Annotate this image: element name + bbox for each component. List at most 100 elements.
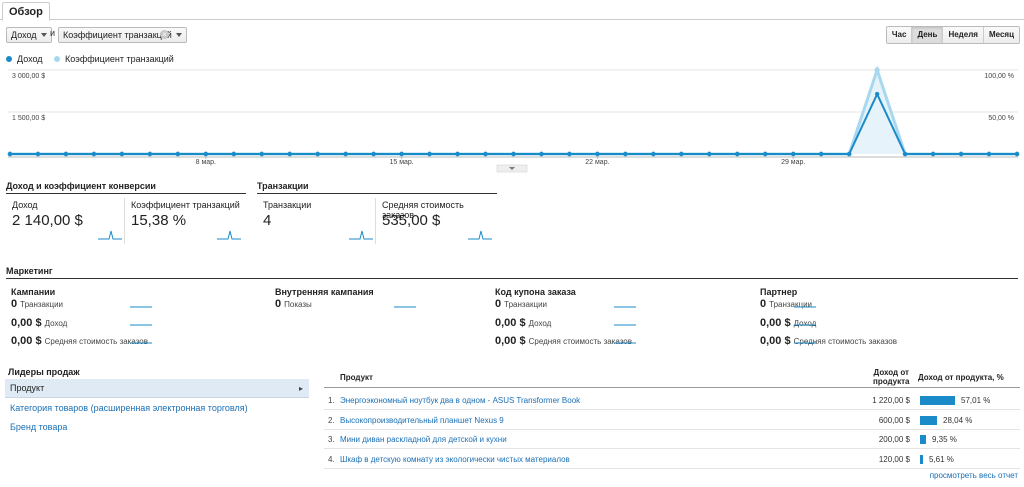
metric-card-transaction-rate[interactable]: Коэффициент транзакций 15,38 % bbox=[125, 194, 245, 246]
sparkline bbox=[98, 230, 122, 240]
metric1-dropdown[interactable]: Доход bbox=[6, 27, 52, 43]
data-point[interactable] bbox=[175, 151, 181, 157]
data-point[interactable] bbox=[902, 151, 908, 157]
clear-icon[interactable]: × bbox=[160, 30, 169, 39]
sparkline bbox=[130, 342, 152, 344]
table-header: Продукт Доход от продукта Доход от проду… bbox=[324, 366, 1020, 388]
legend-label: Коэффициент транзакций bbox=[65, 54, 174, 64]
and-label: и bbox=[50, 28, 56, 38]
data-point[interactable] bbox=[707, 151, 712, 157]
data-point[interactable] bbox=[791, 151, 796, 157]
data-point[interactable] bbox=[7, 151, 13, 157]
data-point[interactable] bbox=[371, 151, 376, 157]
leader-item-brand[interactable]: Бренд товара bbox=[5, 418, 309, 437]
data-point[interactable] bbox=[846, 151, 852, 157]
data-point[interactable] bbox=[986, 151, 992, 157]
data-point[interactable] bbox=[35, 151, 41, 157]
table-row[interactable]: 1. Энергоэкономный ноутбук два в одном - … bbox=[324, 390, 1020, 410]
data-point[interactable] bbox=[147, 151, 153, 157]
data-point[interactable] bbox=[483, 151, 488, 157]
data-point[interactable] bbox=[63, 151, 69, 157]
legend-dot-icon bbox=[54, 56, 60, 62]
data-point[interactable] bbox=[1014, 151, 1020, 157]
data-point[interactable] bbox=[651, 151, 656, 157]
sparkline bbox=[614, 306, 636, 308]
product-link[interactable]: Энергоэкономный ноутбук два в одном - AS… bbox=[340, 396, 580, 405]
view-full-report-link[interactable]: просмотреть весь отчет bbox=[930, 471, 1018, 480]
marketing-stat: 0,00 $ Средняя стоимость заказов bbox=[495, 335, 632, 347]
data-point[interactable] bbox=[567, 151, 572, 157]
table-row[interactable]: 2. Высокопроизводительный планшет Nexus 9… bbox=[324, 410, 1020, 430]
data-point[interactable] bbox=[735, 151, 740, 157]
product-revenue: 120,00 $ bbox=[878, 454, 910, 464]
data-point[interactable] bbox=[511, 151, 516, 157]
stat-value: 0,00 $ bbox=[760, 317, 791, 329]
marketing-col-heading: Код купона заказа bbox=[495, 287, 576, 297]
leader-item-category[interactable]: Категория товаров (расширенная электронн… bbox=[5, 399, 309, 418]
metric-card-transactions[interactable]: Транзакции 4 bbox=[257, 194, 375, 246]
data-point[interactable] bbox=[763, 151, 768, 157]
chevron-down-icon bbox=[40, 33, 47, 37]
data-point[interactable] bbox=[455, 151, 460, 157]
product-revenue: 600,00 $ bbox=[878, 415, 910, 425]
period-week-button[interactable]: Неделя bbox=[942, 27, 983, 43]
data-point[interactable] bbox=[595, 151, 600, 157]
product-link[interactable]: Мини диван раскладной для детской и кухн… bbox=[340, 435, 507, 444]
x-tick-label: 8 мар. bbox=[196, 159, 216, 166]
share-bar bbox=[920, 396, 955, 405]
sparkline bbox=[349, 230, 373, 240]
data-point[interactable] bbox=[539, 151, 544, 157]
stat-label: Транзакции bbox=[20, 300, 64, 309]
tab-overview[interactable]: Обзор bbox=[2, 2, 50, 21]
sparkline bbox=[794, 306, 816, 308]
data-point[interactable] bbox=[874, 91, 880, 97]
legend-item-revenue[interactable]: Доход bbox=[6, 54, 43, 64]
data-point[interactable] bbox=[874, 67, 880, 73]
stat-label: Доход bbox=[44, 319, 68, 328]
sparkline bbox=[130, 306, 152, 308]
data-point[interactable] bbox=[930, 151, 936, 157]
col-header-product[interactable]: Продукт bbox=[340, 373, 373, 382]
product-link[interactable]: Высокопроизводительный планшет Nexus 9 bbox=[340, 416, 504, 425]
legend-item-transaction-rate[interactable]: Коэффициент транзакций bbox=[54, 54, 174, 64]
data-point[interactable] bbox=[679, 151, 684, 157]
card-label: Транзакции bbox=[263, 200, 312, 210]
product-link[interactable]: Шкаф в детскую комнату из экологически ч… bbox=[340, 455, 570, 464]
sparkline bbox=[614, 324, 636, 326]
data-point[interactable] bbox=[259, 151, 264, 157]
data-point[interactable] bbox=[119, 151, 125, 157]
metric1-label: Доход bbox=[11, 30, 37, 40]
y-left-tick-label: 1 500,00 $ bbox=[12, 115, 45, 122]
data-point[interactable] bbox=[399, 151, 404, 157]
metric-card-revenue[interactable]: Доход 2 140,00 $ bbox=[6, 194, 124, 246]
stat-value: 0 bbox=[11, 298, 18, 310]
marketing-stat: 0,00 $ Средняя стоимость заказов bbox=[760, 335, 897, 347]
x-tick-label: 22 мар. bbox=[585, 159, 609, 166]
period-month-button[interactable]: Месяц bbox=[982, 27, 1019, 43]
section-rule bbox=[6, 278, 1018, 279]
data-point[interactable] bbox=[343, 151, 348, 157]
x-tick-label: 29 мар. bbox=[781, 159, 805, 166]
data-point[interactable] bbox=[315, 151, 320, 157]
col-header-revenue[interactable]: Доход от продукта bbox=[873, 368, 910, 386]
period-day-button[interactable]: День bbox=[911, 27, 943, 43]
data-point[interactable] bbox=[287, 151, 292, 157]
data-point[interactable] bbox=[623, 151, 628, 157]
data-point[interactable] bbox=[818, 151, 824, 157]
data-point[interactable] bbox=[203, 151, 209, 157]
data-point[interactable] bbox=[958, 151, 964, 157]
table-row[interactable]: 3. Мини диван раскладной для детской и ку… bbox=[324, 429, 1020, 449]
card-value: 4 bbox=[263, 212, 272, 229]
data-point[interactable] bbox=[231, 151, 236, 157]
chevron-down-icon bbox=[175, 33, 182, 37]
leader-item-product[interactable]: Продукт ▸ bbox=[5, 379, 309, 398]
period-hour-button[interactable]: Час bbox=[886, 27, 912, 43]
legend-dot-icon bbox=[6, 56, 12, 62]
metric-card-avg-order-value[interactable]: Средняя стоимость заказов 535,00 $ bbox=[376, 194, 496, 246]
product-share: 9,35 % bbox=[932, 435, 957, 444]
data-point[interactable] bbox=[427, 151, 432, 157]
col-header-revenue-line1: Доход от bbox=[873, 368, 909, 377]
table-row[interactable]: 4. Шкаф в детскую комнату из экологически… bbox=[324, 449, 1020, 469]
data-point[interactable] bbox=[91, 151, 97, 157]
col-header-share[interactable]: Доход от продукта, % bbox=[918, 373, 1004, 382]
